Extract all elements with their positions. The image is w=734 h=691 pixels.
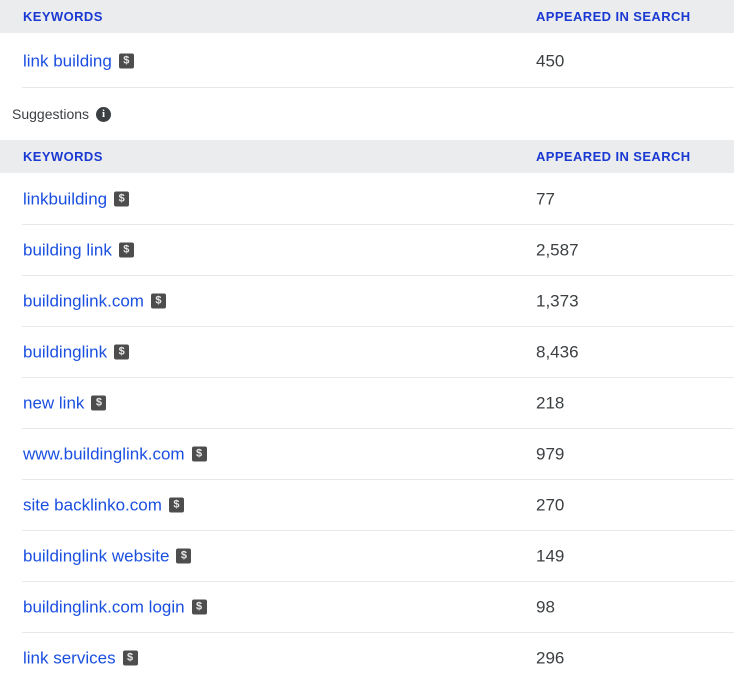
dollar-icon[interactable]: $ [91,395,107,410]
dollar-icon[interactable]: $ [118,53,134,68]
keyword-report-page: KEYWORDS APPEARED IN SEARCH link buildin… [0,0,734,683]
table-row[interactable]: site backlinko.com $270 [0,479,734,530]
main-keywords-table: KEYWORDS APPEARED IN SEARCH link buildin… [0,0,734,88]
appeared-in-search-value: 2,587 [536,240,579,259]
suggestions-keywords-table: KEYWORDS APPEARED IN SEARCH linkbuilding… [0,140,734,683]
table-row[interactable]: www.buildinglink.com $979 [0,428,734,479]
table-row[interactable]: buildinglink.com login $98 [0,581,734,632]
keyword-cell: buildinglink website $ [23,547,192,564]
table-row[interactable]: building link $2,587 [0,224,734,275]
suggestions-section-header: Suggestions i [0,88,734,140]
keyword-link[interactable]: buildinglink [23,343,107,360]
keyword-cell: www.buildinglink.com $ [23,445,207,462]
keyword-cell: link services $ [23,649,138,666]
appeared-in-search-value: 8,436 [536,342,579,361]
suggestions-label: Suggestions [12,106,90,122]
table-row[interactable]: buildinglink $8,436 [0,326,734,377]
appeared-in-search-value: 1,373 [536,291,579,310]
table-row[interactable]: linkbuilding $77 [0,173,734,224]
keyword-cell: buildinglink.com login $ [23,598,207,615]
dollar-icon[interactable]: $ [114,191,130,206]
column-header-appeared-in-search[interactable]: APPEARED IN SEARCH [536,149,691,164]
keyword-link[interactable]: buildinglink.com [23,292,144,309]
keyword-cell: building link $ [23,241,134,258]
main-table-body: link building $450 [0,33,734,88]
keyword-cell: linkbuilding $ [23,190,130,207]
appeared-in-search-value: 98 [536,597,555,616]
keyword-link[interactable]: site backlinko.com [23,496,162,513]
appeared-in-search-value: 77 [536,189,555,208]
keyword-link[interactable]: new link [23,394,84,411]
appeared-in-search-value: 979 [536,444,565,463]
keyword-link[interactable]: www.buildinglink.com [23,445,185,462]
appeared-in-search-value: 296 [536,648,565,667]
keyword-cell: buildinglink $ [23,343,130,360]
keyword-cell: new link $ [23,394,107,411]
dollar-icon[interactable]: $ [168,497,184,512]
appeared-in-search-value: 450 [536,51,565,70]
dollar-icon[interactable]: $ [191,446,207,461]
suggestions-table-body: linkbuilding $77 building link $2,587 buildi… [0,173,734,683]
table-row[interactable]: buildinglink.com $1,373 [0,275,734,326]
table-row[interactable]: buildinglink website $149 [0,530,734,581]
table-row[interactable]: link building $450 [0,33,734,88]
keyword-cell: link building $ [23,52,134,69]
dollar-icon[interactable]: $ [150,293,166,308]
keyword-link[interactable]: buildinglink website [23,547,169,564]
dollar-icon[interactable]: $ [191,599,207,614]
keyword-link[interactable]: buildinglink.com login [23,598,185,615]
dollar-icon[interactable]: $ [176,548,192,563]
keyword-cell: site backlinko.com $ [23,496,184,513]
table-row[interactable]: link services $296 [0,632,734,683]
column-header-appeared-in-search[interactable]: APPEARED IN SEARCH [536,9,691,24]
table-row[interactable]: new link $218 [0,377,734,428]
keyword-link[interactable]: link services [23,649,116,666]
keyword-link[interactable]: building link [23,241,112,258]
appeared-in-search-value: 149 [536,546,565,565]
dollar-icon[interactable]: $ [114,344,130,359]
keyword-link[interactable]: link building [23,52,112,69]
info-icon[interactable]: i [96,106,112,122]
main-table-header-row: KEYWORDS APPEARED IN SEARCH [0,0,734,33]
keyword-cell: buildinglink.com $ [23,292,166,309]
column-header-keywords[interactable]: KEYWORDS [23,9,103,24]
appeared-in-search-value: 218 [536,393,565,412]
keyword-link[interactable]: linkbuilding [23,190,107,207]
dollar-icon[interactable]: $ [122,650,138,665]
appeared-in-search-value: 270 [536,495,565,514]
dollar-icon[interactable]: $ [118,242,134,257]
column-header-keywords[interactable]: KEYWORDS [23,149,103,164]
suggestions-table-header-row: KEYWORDS APPEARED IN SEARCH [0,140,734,173]
